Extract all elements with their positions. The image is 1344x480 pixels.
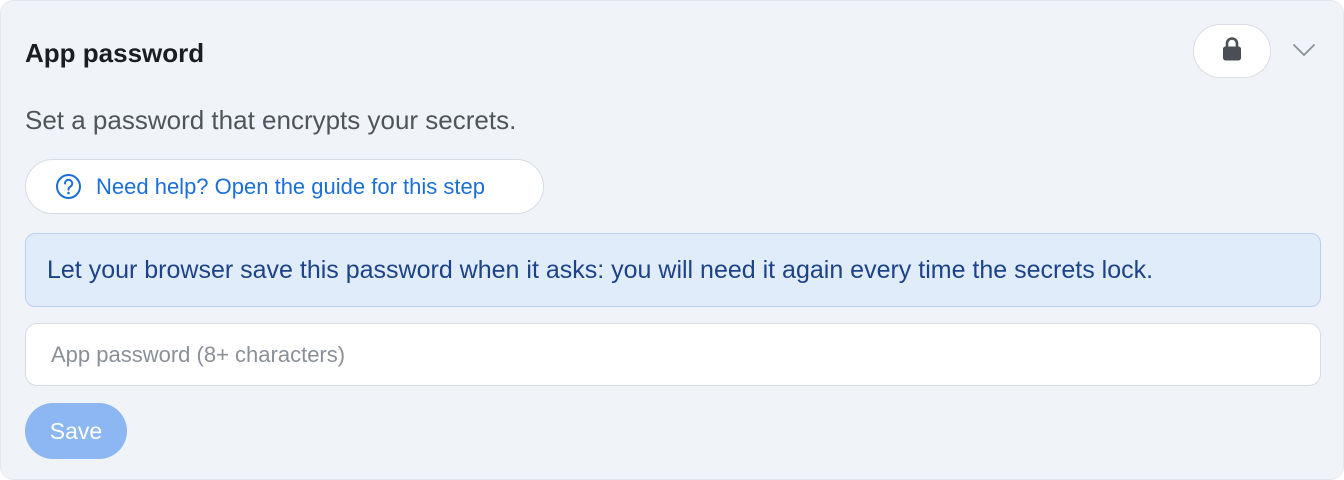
question-circle-icon [54,173,82,201]
app-password-input[interactable] [25,323,1321,386]
info-notice: Let your browser save this password when… [25,233,1321,307]
save-button[interactable]: Save [25,403,127,459]
app-password-card: App password Set a password that encrypt… [0,0,1344,480]
info-notice-text: Let your browser save this password when… [47,255,1154,284]
section-description: Set a password that encrypts your secret… [25,105,517,135]
expand-toggle[interactable] [1287,37,1321,67]
chevron-down-icon [1292,43,1316,62]
lock-icon [1221,36,1243,67]
section-title: App password [25,38,205,68]
open-guide-button[interactable]: Need help? Open the guide for this step [25,159,544,214]
open-guide-label: Need help? Open the guide for this step [96,173,485,199]
lock-button[interactable] [1193,24,1271,78]
